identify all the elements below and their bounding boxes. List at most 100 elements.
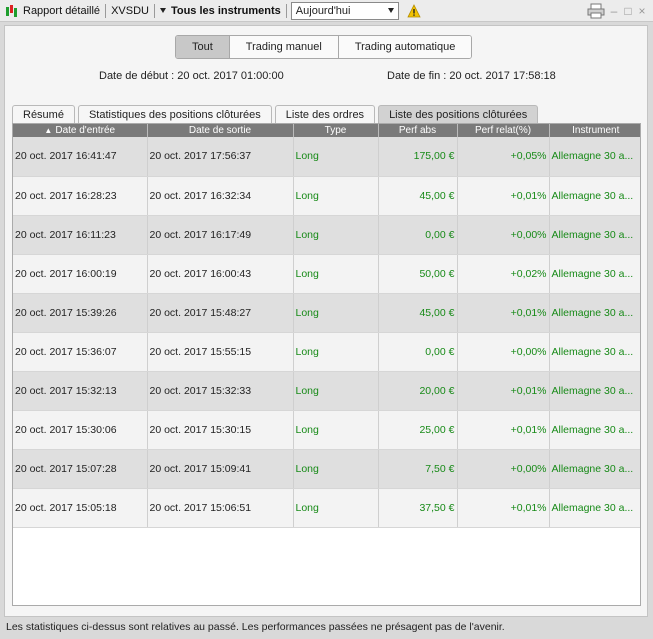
cell-perf-abs: 175,00 € [378,137,458,177]
table-row[interactable]: 20 oct. 2017 15:07:28 20 oct. 2017 15:09:… [13,449,640,489]
maximize-icon[interactable]: □ [623,4,633,18]
cell-perf-abs: 45,00 € [378,176,458,216]
chevron-down-icon [387,8,394,13]
column-header-instrument[interactable]: Instrument [549,124,640,137]
cell-instrument: Allemagne 30 a... [549,449,640,489]
cell-type: Long [293,137,379,177]
cell-exit-date: 20 oct. 2017 15:48:27 [147,293,294,333]
cell-perf-abs: 20,00 € [378,371,458,411]
cell-entry-date: 20 oct. 2017 15:36:07 [13,332,148,372]
cell-instrument: Allemagne 30 a... [549,137,640,177]
table-row[interactable]: 20 oct. 2017 16:28:23 20 oct. 2017 16:32:… [13,176,640,216]
column-header-exit-date[interactable]: Date de sortie [147,124,294,137]
cell-type: Long [293,371,379,411]
table-row[interactable]: 20 oct. 2017 15:30:06 20 oct. 2017 15:30:… [13,410,640,450]
table-row[interactable]: 20 oct. 2017 15:39:26 20 oct. 2017 15:48:… [13,293,640,333]
tab-closed-positions-stats[interactable]: Statistiques des positions clôturées [77,105,272,123]
cell-perf-rel: +0,00% [457,449,550,489]
close-icon[interactable]: × [637,4,647,18]
cell-type: Long [293,332,379,372]
cell-perf-rel: +0,05% [457,137,550,177]
minimize-icon[interactable]: – [609,4,619,18]
cell-exit-date: 20 oct. 2017 16:00:43 [147,254,294,294]
column-header-perf-rel[interactable]: Perf relat(%) [457,124,550,137]
cell-exit-date: 20 oct. 2017 17:56:37 [147,137,294,177]
cell-exit-date: 20 oct. 2017 15:06:51 [147,488,294,528]
report-button[interactable]: Rapport détaillé [0,0,105,22]
report-label: Rapport détaillé [23,4,101,17]
cell-entry-date: 20 oct. 2017 16:41:47 [13,137,148,177]
cell-instrument: Allemagne 30 a... [549,176,640,216]
cell-perf-rel: +0,00% [457,215,550,255]
column-header-perf-abs[interactable]: Perf abs [378,124,458,137]
table-row[interactable]: 20 oct. 2017 16:41:47 20 oct. 2017 17:56:… [13,137,640,177]
cell-type: Long [293,254,379,294]
cell-entry-date: 20 oct. 2017 15:39:26 [13,293,148,333]
instruments-label: Tous les instruments [170,4,281,17]
toolbar-separator [285,3,287,18]
cell-exit-date: 20 oct. 2017 16:17:49 [147,215,294,255]
account-label: XVSDU [111,4,149,17]
chart-icon [5,4,19,18]
table-row[interactable]: 20 oct. 2017 15:32:13 20 oct. 2017 15:32:… [13,371,640,411]
period-value: Aujourd'hui [295,4,351,17]
warning-icon[interactable] [407,3,421,18]
end-date: Date de fin : 20 oct. 2017 17:58:18 [387,70,556,82]
cell-perf-rel: +0,02% [457,254,550,294]
cell-type: Long [293,215,379,255]
cell-perf-rel: +0,01% [457,293,550,333]
cell-entry-date: 20 oct. 2017 15:05:18 [13,488,148,528]
period-select[interactable]: Aujourd'hui [290,1,399,20]
cell-perf-rel: +0,00% [457,332,550,372]
cell-perf-abs: 45,00 € [378,293,458,333]
table-header-row: ▲ Date d'entrée Date de sortie Type Perf … [13,124,640,137]
table-row[interactable]: 20 oct. 2017 15:05:18 20 oct. 2017 15:06:… [13,488,640,528]
cell-perf-abs: 37,50 € [378,488,458,528]
tab-bar: Résumé Statistiques des positions clôtur… [12,105,541,124]
print-icon[interactable] [587,3,605,19]
cell-exit-date: 20 oct. 2017 15:30:15 [147,410,294,450]
start-date: Date de début : 20 oct. 2017 01:00:00 [99,70,284,82]
column-header-type[interactable]: Type [293,124,379,137]
cell-type: Long [293,449,379,489]
cell-entry-date: 20 oct. 2017 15:32:13 [13,371,148,411]
tab-summary[interactable]: Résumé [12,105,75,123]
cell-instrument: Allemagne 30 a... [549,332,640,372]
cell-type: Long [293,176,379,216]
cell-exit-date: 20 oct. 2017 16:32:34 [147,176,294,216]
cell-perf-rel: +0,01% [457,410,550,450]
cell-entry-date: 20 oct. 2017 15:30:06 [13,410,148,450]
positions-table: ▲ Date d'entrée Date de sortie Type Perf … [12,123,641,606]
tab-orders-list[interactable]: Liste des ordres [274,105,376,123]
cell-type: Long [293,488,379,528]
cell-exit-date: 20 oct. 2017 15:32:33 [147,371,294,411]
account-button[interactable]: XVSDU [106,0,154,22]
cell-entry-date: 20 oct. 2017 16:00:19 [13,254,148,294]
cell-perf-abs: 7,50 € [378,449,458,489]
filter-manual-button[interactable]: Trading manuel [229,36,339,58]
filter-segmented-control: Tout Trading manuel Trading automatique [175,35,473,59]
tab-closed-positions-list[interactable]: Liste des positions clôturées [378,105,539,124]
cell-instrument: Allemagne 30 a... [549,293,640,333]
table-row[interactable]: 20 oct. 2017 15:36:07 20 oct. 2017 15:55:… [13,332,640,372]
cell-instrument: Allemagne 30 a... [549,488,640,528]
cell-perf-abs: 50,00 € [378,254,458,294]
column-header-entry-date[interactable]: ▲ Date d'entrée [13,124,148,137]
table-row[interactable]: 20 oct. 2017 16:11:23 20 oct. 2017 16:17:… [13,215,640,255]
sort-up-icon: ▲ [44,126,53,135]
cell-perf-rel: +0,01% [457,371,550,411]
cell-instrument: Allemagne 30 a... [549,371,640,411]
toolbar: Rapport détaillé XVSDU Tous les instrume… [0,0,653,22]
instruments-dropdown[interactable]: Tous les instruments [155,0,286,22]
cell-perf-rel: +0,01% [457,176,550,216]
filter-all-button[interactable]: Tout [176,36,230,58]
cell-entry-date: 20 oct. 2017 15:07:28 [13,449,148,489]
cell-entry-date: 20 oct. 2017 16:11:23 [13,215,148,255]
disclaimer-text: Les statistiques ci-dessus sont relative… [6,621,505,633]
filter-auto-button[interactable]: Trading automatique [338,36,472,58]
cell-type: Long [293,410,379,450]
table-row[interactable]: 20 oct. 2017 16:00:19 20 oct. 2017 16:00:… [13,254,640,294]
cell-perf-abs: 0,00 € [378,332,458,372]
cell-exit-date: 20 oct. 2017 15:09:41 [147,449,294,489]
cell-exit-date: 20 oct. 2017 15:55:15 [147,332,294,372]
